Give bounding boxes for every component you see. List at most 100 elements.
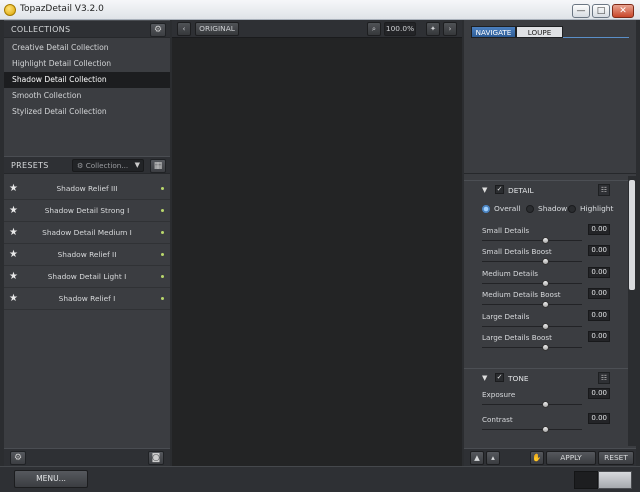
preset-item[interactable]: ★ Shadow Detail Medium I — [4, 222, 170, 244]
tone-enable-checkbox[interactable]: ✓ — [495, 373, 504, 382]
detail-section-header[interactable]: ▼ ✓ DETAIL ☷ — [464, 180, 628, 200]
collections-header: COLLECTIONS ⚙ — [4, 20, 170, 38]
presets-list: ★ Shadow Relief III ★ Shadow Detail Stro… — [4, 178, 170, 310]
slider-knob[interactable] — [541, 401, 549, 408]
minimize-button[interactable]: — — [572, 4, 590, 18]
bulb-icon: ✦ — [429, 24, 437, 33]
light-button[interactable]: ✦ — [426, 22, 440, 36]
tone-section-header[interactable]: ▼ ✓ TONE ☷ — [464, 368, 628, 388]
scrollbar-thumb[interactable] — [629, 180, 635, 290]
maximize-button[interactable]: □ — [592, 4, 610, 18]
preset-label: Shadow Relief II — [57, 250, 117, 259]
preset-label: Shadow Relief III — [56, 184, 118, 193]
preset-label: Shadow Detail Strong I — [44, 206, 130, 215]
collection-item[interactable]: Stylized Detail Collection — [4, 104, 170, 120]
slider-label: Exposure — [482, 390, 516, 399]
preset-item[interactable]: ★ Shadow Relief II — [4, 244, 170, 266]
collection-dropdown[interactable]: ⚙ Collection... ▼ — [72, 159, 144, 172]
app-logo-icon — [4, 4, 16, 16]
collection-item[interactable]: Highlight Detail Collection — [4, 56, 170, 72]
slider-track[interactable] — [482, 283, 582, 284]
close-button[interactable]: ✕ — [612, 4, 634, 18]
slider-knob[interactable] — [541, 258, 549, 265]
view-toggle-light[interactable] — [598, 471, 632, 489]
section-options-icon[interactable]: ☷ — [598, 372, 610, 384]
view-toggle-dark[interactable] — [574, 471, 598, 489]
slider-track[interactable] — [482, 240, 582, 241]
slider-value-input[interactable]: 0.00 — [588, 288, 610, 299]
slider-knob[interactable] — [541, 237, 549, 244]
slider-value-input[interactable]: 0.00 — [588, 310, 610, 321]
star-icon[interactable]: ★ — [9, 288, 18, 310]
zoom-level[interactable]: 100.0% — [384, 22, 416, 36]
section-options-icon[interactable]: ☷ — [598, 184, 610, 196]
adjustments-scrollbar[interactable] — [628, 176, 636, 446]
star-icon[interactable]: ★ — [9, 266, 18, 288]
slider-track[interactable] — [482, 429, 582, 430]
radio-selected-icon — [482, 205, 490, 213]
slider-track[interactable] — [482, 347, 582, 348]
tab-loupe[interactable]: LOUPE — [516, 26, 563, 38]
preview-area[interactable]: ‹ ORIGINAL ⌕ 100.0% ✦ › — [172, 20, 462, 466]
slider-value-input[interactable]: 0.00 — [588, 267, 610, 278]
grid-view-button[interactable]: ▦ — [150, 159, 166, 173]
star-icon[interactable]: ★ — [9, 244, 18, 266]
preset-settings-button[interactable]: ⚙ — [10, 451, 26, 465]
collapse-triangle-icon[interactable]: ▼ — [482, 374, 487, 382]
preset-item[interactable]: ★ Shadow Detail Strong I — [4, 200, 170, 222]
slider-label: Small Details — [482, 226, 530, 235]
collections-settings-button[interactable]: ⚙ — [150, 23, 166, 37]
mode-label: Overall — [494, 204, 521, 213]
slider-track[interactable] — [482, 304, 582, 305]
preset-item[interactable]: ★ Shadow Relief III — [4, 178, 170, 200]
detail-enable-checkbox[interactable]: ✓ — [495, 185, 504, 194]
mode-highlight-radio[interactable]: Highlight — [568, 203, 613, 215]
undo-button[interactable]: ✋ — [530, 451, 544, 465]
collection-item[interactable]: Creative Detail Collection — [4, 40, 170, 56]
star-icon[interactable]: ★ — [9, 222, 18, 244]
mountain-small-icon: ▴ — [491, 453, 495, 462]
slider-knob[interactable] — [541, 323, 549, 330]
slider-value-input[interactable]: 0.00 — [588, 388, 610, 399]
preset-item[interactable]: ★ Shadow Relief I — [4, 288, 170, 310]
star-icon[interactable]: ★ — [9, 178, 18, 200]
slider-knob[interactable] — [541, 426, 549, 433]
zoom-out-button[interactable]: ▴ — [486, 451, 500, 465]
preset-item[interactable]: ★ Shadow Detail Light I — [4, 266, 170, 288]
slider-knob[interactable] — [541, 344, 549, 351]
slider-value-input[interactable]: 0.00 — [588, 331, 610, 342]
tab-navigate[interactable]: NAVIGATE — [471, 26, 516, 38]
preset-label: Shadow Relief I — [58, 294, 116, 303]
slider-knob[interactable] — [541, 301, 549, 308]
collapse-triangle-icon[interactable]: ▼ — [482, 186, 487, 194]
mode-shadow-radio[interactable]: Shadow — [526, 203, 567, 215]
slider-track[interactable] — [482, 326, 582, 327]
slider-track[interactable] — [482, 404, 582, 405]
star-icon[interactable]: ★ — [9, 200, 18, 222]
slider-label: Small Details Boost — [482, 247, 552, 256]
left-panel: COLLECTIONS ⚙ Creative Detail Collection… — [4, 20, 170, 466]
zoom-in-button[interactable]: ▲ — [470, 451, 484, 465]
snapshot-button[interactable]: ◙ — [148, 451, 164, 465]
collection-item-selected[interactable]: Shadow Detail Collection — [4, 72, 170, 88]
mountain-large-icon: ▲ — [474, 453, 480, 462]
slider-knob[interactable] — [541, 280, 549, 287]
mode-label: Shadow — [538, 204, 568, 213]
magnifier-icon: ⌕ — [371, 24, 377, 33]
mode-overall-radio[interactable]: Overall — [482, 203, 520, 215]
slider-value-input[interactable]: 0.00 — [588, 245, 610, 256]
slider-value-input[interactable]: 0.00 — [588, 413, 610, 424]
zoom-button[interactable]: ⌕ — [367, 22, 381, 36]
status-dot — [161, 275, 164, 278]
grid-icon: ▦ — [153, 161, 163, 171]
prev-button[interactable]: ‹ — [177, 22, 191, 36]
next-button[interactable]: › — [443, 22, 457, 36]
reset-button[interactable]: RESET — [598, 451, 634, 465]
slider-track[interactable] — [482, 261, 582, 262]
menu-button[interactable]: MENU... — [14, 470, 88, 488]
apply-button[interactable]: APPLY — [546, 451, 596, 465]
original-button[interactable]: ORIGINAL — [195, 22, 239, 36]
slider-value-input[interactable]: 0.00 — [588, 224, 610, 235]
collection-item[interactable]: Smooth Collection — [4, 88, 170, 104]
left-footer: ⚙ ◙ — [4, 448, 170, 466]
